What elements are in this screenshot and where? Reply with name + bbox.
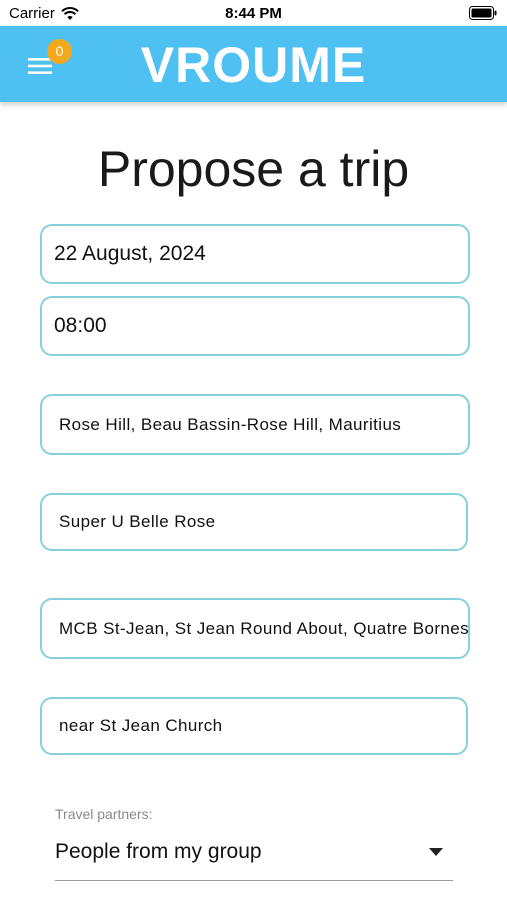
travel-partners-label: Travel partners: <box>55 806 153 822</box>
dropdown-arrow-icon <box>429 848 443 856</box>
arrival-detail-field[interactable]: near St Jean Church <box>40 697 468 755</box>
travel-partners-select[interactable]: People from my group <box>55 834 453 881</box>
departure-detail-field[interactable]: Super U Belle Rose <box>40 493 468 551</box>
app-header: 0 VROUME <box>0 26 507 102</box>
page-title: Propose a trip <box>97 141 410 197</box>
time-value: 08:00 <box>54 314 107 337</box>
date-value: 22 August, 2024 <box>54 242 206 265</box>
status-time: 8:44 PM <box>225 5 282 22</box>
battery-icon <box>469 6 497 20</box>
time-field[interactable]: 08:00 <box>40 296 470 356</box>
arrival-detail-value: near St Jean Church <box>59 716 223 735</box>
departure-location-field[interactable]: Rose Hill, Beau Bassin-Rose Hill, Maurit… <box>40 394 470 455</box>
screen: Carrier 8:44 PM 0 VROUME Propose a trip <box>0 0 507 900</box>
app-title: VROUME <box>140 37 367 93</box>
departure-location-value: Rose Hill, Beau Bassin-Rose Hill, Maurit… <box>59 414 402 434</box>
status-bar: Carrier 8:44 PM <box>0 0 507 26</box>
travel-partners-value: People from my group <box>55 840 262 863</box>
arrival-location-field[interactable]: MCB St-Jean, St Jean Round About, Quatre… <box>40 598 470 659</box>
departure-detail-value: Super U Belle Rose <box>59 512 216 531</box>
arrival-location-value: MCB St-Jean, St Jean Round About, Quatre… <box>59 618 470 638</box>
date-field[interactable]: 22 August, 2024 <box>40 224 470 284</box>
